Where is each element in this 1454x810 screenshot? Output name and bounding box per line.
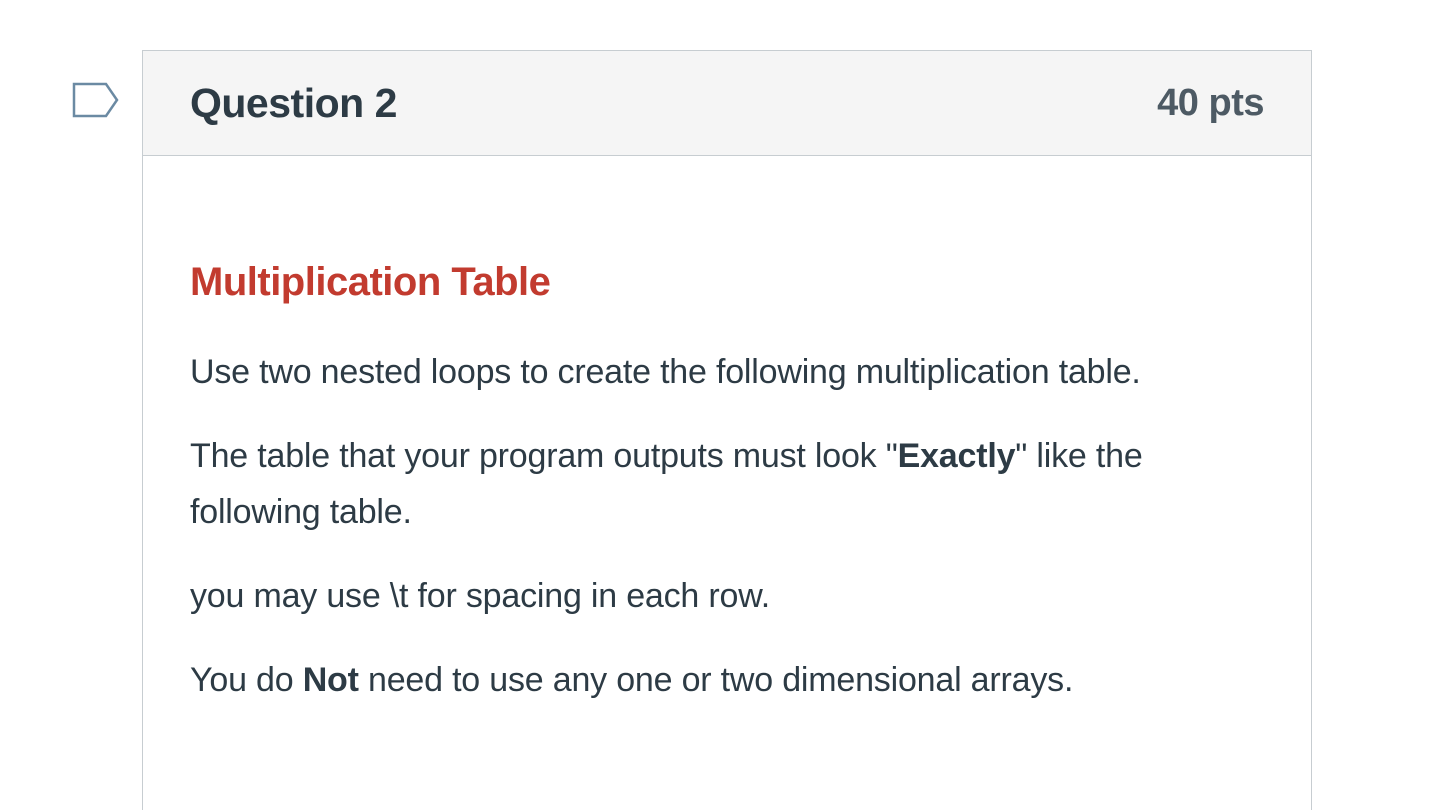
question-card: Question 2 40 pts Multiplication Table U… (142, 50, 1312, 810)
question-header: Question 2 40 pts (143, 51, 1311, 156)
p2-emphasis: Exactly (897, 437, 1016, 475)
question-title: Question 2 (190, 79, 397, 126)
instruction-paragraph-2: The table that your program outputs must… (190, 428, 1264, 540)
p4-emphasis: Not (302, 661, 359, 699)
instruction-paragraph-1: Use two nested loops to create the follo… (190, 353, 1141, 391)
instruction-paragraph-3: you may use \t for spacing in each row. (190, 577, 770, 615)
p4-text-before: You do (190, 661, 303, 699)
question-body: Multiplication Table Use two nested loop… (143, 156, 1311, 708)
p4-text-after: need to use any one or two dimensional a… (358, 661, 1074, 699)
flag-question-icon[interactable] (72, 82, 120, 118)
p2-text-before: The table that your program outputs must… (190, 437, 898, 475)
section-heading: Multiplication Table (190, 260, 551, 304)
question-points: 40 pts (1157, 81, 1264, 124)
instruction-paragraph-4: You do Not need to use any one or two di… (190, 652, 1264, 708)
